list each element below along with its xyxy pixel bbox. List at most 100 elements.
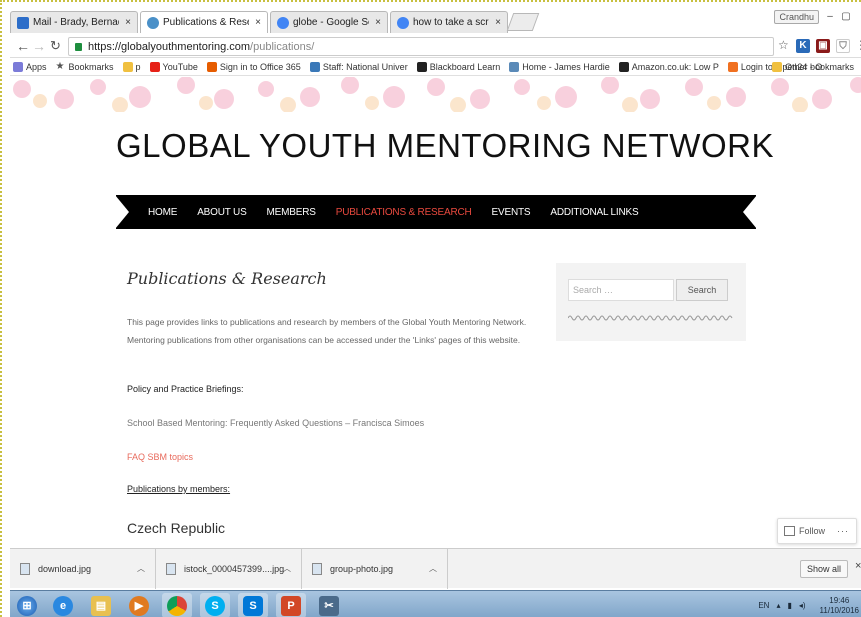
site-title[interactable]: GLOBAL YOUTH MENTORING NETWORK	[116, 127, 774, 165]
download-filename: istock_0000457399....jpg	[184, 564, 285, 574]
bookmark-p[interactable]: p	[122, 62, 141, 72]
bookmark-amazon[interactable]: Amazon.co.uk: Low P	[618, 62, 719, 72]
nav-publications-research[interactable]: PUBLICATIONS & RESEARCH	[336, 207, 472, 218]
address-bar[interactable]: https://globalyouthmentoring.com/publica…	[68, 37, 774, 56]
taskbar-chrome[interactable]	[162, 593, 192, 617]
bookmark-blackboard[interactable]: Blackboard Learn	[416, 62, 500, 72]
wavy-divider	[568, 315, 733, 321]
close-icon[interactable]: ×	[125, 17, 131, 28]
bookmark-label: Amazon.co.uk: Low P	[631, 62, 719, 72]
bookmark-bookmarks[interactable]: ★ Bookmarks	[56, 62, 114, 73]
nav-home[interactable]: HOME	[148, 207, 177, 218]
chevron-up-icon[interactable]: ︿	[283, 563, 291, 574]
chevron-up-icon[interactable]: ︿	[137, 563, 145, 574]
home-icon	[509, 62, 520, 72]
google-icon	[277, 16, 289, 29]
faq-link[interactable]: FAQ SBM topics	[127, 452, 193, 462]
network-icon[interactable]: ▮	[787, 601, 791, 610]
open24-icon	[727, 62, 738, 72]
close-icon[interactable]: ×	[495, 17, 501, 28]
follow-button[interactable]: Follow ···	[777, 518, 857, 544]
intro-paragraph: This page provides links to publications…	[127, 317, 527, 345]
minimize-icon[interactable]: –	[823, 10, 837, 24]
tab-mail[interactable]: Mail - Brady, Bernadine ×	[10, 11, 138, 33]
bookmark-label: Other bookmarks	[784, 62, 854, 72]
tray-arrow-icon[interactable]: ▴	[776, 601, 780, 610]
bookmark-label: Staff: National Univer	[322, 62, 408, 72]
taskbar-snipping-tool[interactable]: ✂	[314, 593, 344, 617]
chevron-up-icon[interactable]: ︿	[429, 563, 437, 574]
tab-publications[interactable]: Publications & Research ×	[140, 11, 268, 33]
follow-icon	[784, 526, 795, 536]
download-item[interactable]: istock_0000457399....jpg ︿	[156, 549, 302, 589]
download-item[interactable]: download.jpg ︿	[10, 549, 156, 589]
language-indicator[interactable]: EN	[758, 601, 769, 610]
bookmark-youtube[interactable]: YouTube	[149, 62, 198, 72]
forward-icon[interactable]: →	[32, 38, 46, 54]
nav-about-us[interactable]: ABOUT US	[197, 207, 247, 218]
close-icon[interactable]: ×	[375, 17, 381, 28]
taskbar-powerpoint[interactable]: P	[276, 593, 306, 617]
nav-members[interactable]: MEMBERS	[267, 207, 316, 218]
downloads-bar: download.jpg ︿ istock_0000457399....jpg …	[10, 548, 861, 589]
main-content: Publications & Research This page provid…	[127, 269, 537, 536]
taskbar-skype-business[interactable]: S	[238, 593, 268, 617]
tab-google-screenshot[interactable]: how to take a screenshot ×	[390, 11, 508, 33]
taskbar-internet-explorer[interactable]: e	[48, 593, 78, 617]
close-icon[interactable]: ×	[255, 17, 261, 28]
taskbar-skype[interactable]: S	[200, 593, 230, 617]
media-player-icon: ▶	[129, 595, 149, 616]
image-file-icon	[312, 563, 322, 575]
folder-icon	[122, 62, 133, 72]
skype-business-icon: S	[243, 595, 263, 616]
bookmark-label: Home - James Hardie	[522, 62, 610, 72]
clock-time: 19:46	[829, 595, 850, 605]
bookmark-james-hardie[interactable]: Home - James Hardie	[509, 62, 610, 72]
back-icon[interactable]: ←	[16, 38, 30, 54]
extension-shield-icon[interactable]: ⛉	[836, 39, 850, 53]
new-tab-button[interactable]	[506, 13, 540, 31]
tab-label: Publications & Research	[163, 17, 249, 28]
extension-pdf-icon[interactable]: ▣	[816, 39, 830, 53]
taskbar: ⊞ e ▤ ▶ S S P ✂ EN ▴ ▮ ◂) 19:46 11/10/20…	[10, 590, 861, 617]
address-row: ← → ↻ https://globalyouthmentoring.com/p…	[10, 36, 861, 58]
snipping-tool-icon: ✂	[319, 595, 339, 616]
system-tray: EN ▴ ▮ ◂) 19:46 11/10/2016	[751, 591, 859, 617]
download-filename: download.jpg	[38, 564, 92, 574]
page-title: Publications & Research	[127, 269, 327, 288]
download-item[interactable]: group-photo.jpg ︿	[302, 549, 448, 589]
star-icon[interactable]: ☆	[778, 38, 789, 52]
show-all-button[interactable]: Show all	[800, 560, 848, 578]
bookmark-office[interactable]: Sign in to Office 365	[206, 62, 301, 72]
extension-k-icon[interactable]: K	[796, 39, 810, 53]
bookmark-label: p	[135, 62, 141, 72]
chrome-icon	[167, 595, 187, 616]
clock[interactable]: 19:46 11/10/2016	[813, 596, 859, 616]
nav-events[interactable]: EVENTS	[492, 207, 531, 218]
profile-button[interactable]: Crandhu	[774, 10, 819, 24]
close-icon[interactable]: ×	[855, 560, 861, 572]
start-button[interactable]: ⊞	[12, 593, 42, 617]
clock-date: 11/10/2016	[819, 605, 859, 615]
search-input[interactable]: Search …	[568, 279, 674, 301]
restore-icon[interactable]: ▢	[839, 10, 853, 24]
search-button[interactable]: Search	[676, 279, 728, 301]
more-icon[interactable]: ···	[837, 526, 849, 536]
url-path: /publications/	[250, 40, 315, 53]
amazon-icon	[618, 62, 629, 72]
volume-icon[interactable]: ◂)	[799, 601, 806, 610]
file-explorer-icon: ▤	[91, 595, 111, 616]
search-widget: Search … Search	[556, 263, 746, 341]
internet-explorer-icon: e	[53, 595, 73, 616]
bookmark-staff[interactable]: Staff: National Univer	[309, 62, 408, 72]
taskbar-file-explorer[interactable]: ▤	[86, 593, 116, 617]
other-bookmarks[interactable]: Other bookmarks	[771, 62, 854, 72]
taskbar-media-player[interactable]: ▶	[124, 593, 154, 617]
menu-icon[interactable]: ⋮	[855, 38, 861, 52]
reload-icon[interactable]: ↻	[50, 38, 61, 54]
bookmark-apps[interactable]: Apps	[13, 62, 47, 72]
nav-additional-links[interactable]: ADDITIONAL LINKS	[550, 207, 638, 218]
tab-google-globe[interactable]: globe - Google Search ×	[270, 11, 388, 33]
screen: Mail - Brady, Bernadine × Publications &…	[0, 0, 861, 617]
skype-icon: S	[205, 595, 225, 616]
